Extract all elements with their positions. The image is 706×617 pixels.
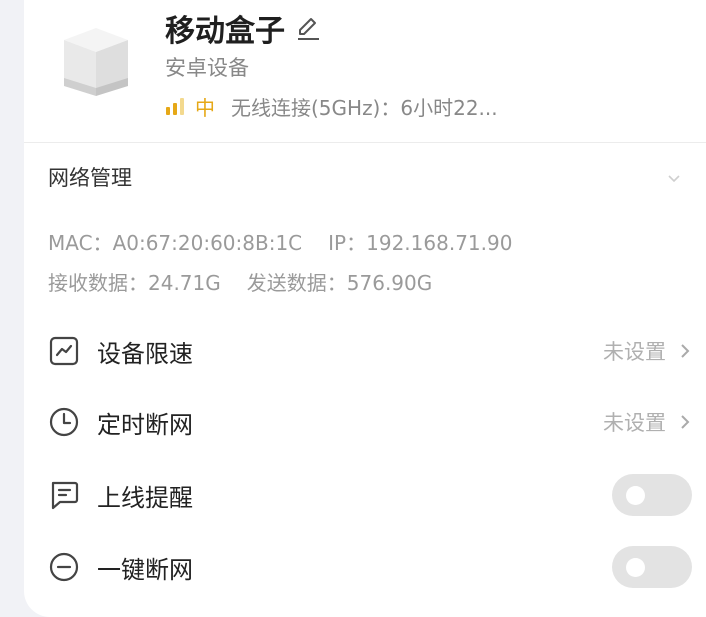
device-name: 移动盒子 — [165, 6, 321, 50]
edit-icon[interactable] — [295, 15, 321, 41]
online-reminder-toggle[interactable] — [612, 474, 692, 516]
timed-disconnect-label: 定时断网 — [97, 410, 193, 439]
device-box-image — [64, 28, 128, 96]
mac-label: MAC： — [48, 231, 113, 255]
tx-label: 发送数据： — [246, 271, 347, 295]
speed-limit-value: 未设置 — [603, 340, 666, 364]
tx-value: 576.90G — [346, 271, 433, 295]
device-type: 安卓设备 — [165, 56, 249, 80]
clock-icon — [49, 407, 79, 437]
timed-disconnect-value: 未设置 — [603, 411, 666, 435]
speed-limit-row[interactable]: 设备限速 未设置 — [48, 326, 692, 376]
online-reminder-label: 上线提醒 — [97, 483, 193, 512]
chevron-right-icon — [681, 415, 690, 429]
signal-level: 中 — [195, 95, 215, 120]
connection-text: 无线连接(5GHz)：6小时22... — [231, 95, 498, 120]
speed-limit-label: 设备限速 — [97, 339, 193, 368]
mac-value: A0:67:20:60:8B:1C — [112, 231, 303, 255]
connection-info: 中 无线连接(5GHz)：6小时22... — [165, 90, 498, 122]
minus-circle-icon — [49, 552, 79, 582]
chevron-right-icon — [681, 344, 690, 358]
rx-label: 接收数据： — [48, 271, 148, 295]
one-click-disconnect-row: 一键断网 — [48, 542, 692, 592]
chevron-down-icon[interactable] — [666, 170, 682, 186]
toggle-knob — [626, 558, 645, 577]
traffic-line: 接收数据：24.71G 发送数据：576.90G — [48, 267, 432, 296]
rx-value: 24.71G — [148, 271, 221, 295]
message-icon — [51, 481, 79, 510]
network-management-title: 网络管理 — [48, 166, 132, 190]
mac-ip-line: MAC：A0:67:20:60:8B:1C IP：192.168.71.90 — [48, 227, 512, 256]
ip-value: 192.168.71.90 — [366, 231, 513, 255]
one-click-disconnect-label: 一键断网 — [97, 555, 193, 584]
online-reminder-row: 上线提醒 — [48, 470, 692, 520]
device-detail-card: 移动盒子 安卓设备 中 无线连接(5GHz)：6小时22... 网络管理 MAC… — [24, 0, 706, 617]
signal-strength-icon — [166, 98, 184, 115]
toggle-knob — [626, 486, 645, 505]
ip-label: IP： — [328, 231, 367, 255]
speed-chart-icon — [49, 336, 79, 366]
one-click-disconnect-toggle[interactable] — [612, 546, 692, 588]
device-name-text: 移动盒子 — [165, 14, 285, 49]
header-divider — [24, 142, 706, 143]
timed-disconnect-row[interactable]: 定时断网 未设置 — [48, 397, 692, 447]
